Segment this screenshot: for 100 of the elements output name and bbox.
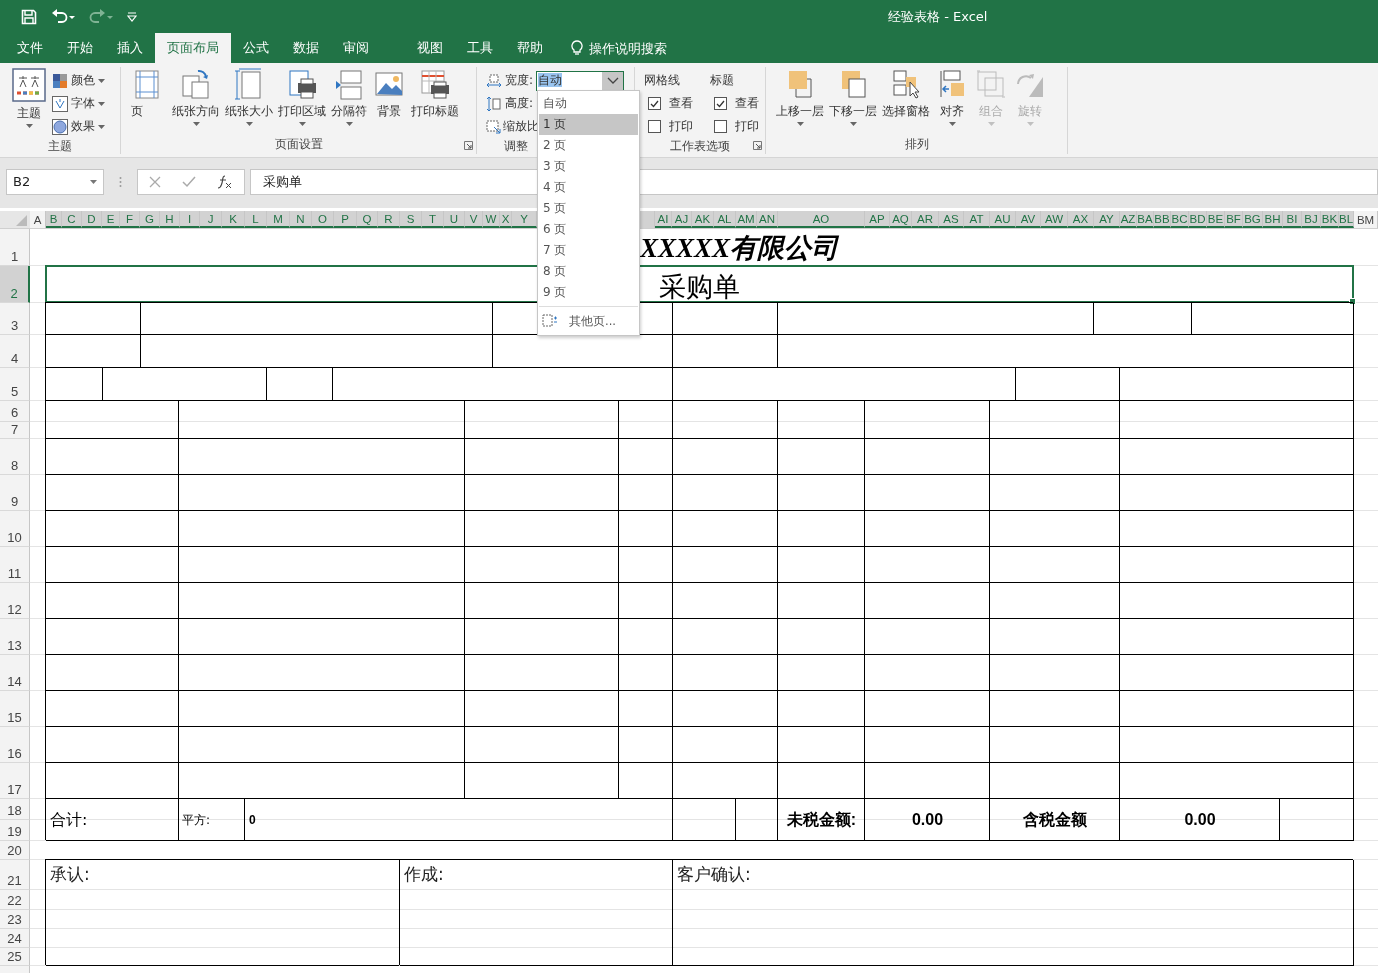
row-header[interactable]: 20 xyxy=(0,841,30,860)
column-header[interactable]: I xyxy=(180,211,200,228)
checkbox[interactable] xyxy=(648,97,661,110)
column-header[interactable]: Q xyxy=(357,211,378,228)
column-header[interactable]: BJ xyxy=(1302,211,1321,228)
row-header[interactable]: 24 xyxy=(0,929,30,948)
column-header[interactable]: R xyxy=(378,211,400,228)
column-header[interactable]: BD xyxy=(1189,211,1207,228)
page-setup-button[interactable]: 背景 xyxy=(372,67,406,136)
column-header[interactable]: AP xyxy=(865,211,890,228)
lightbulb-icon[interactable] xyxy=(571,40,583,56)
theme-option[interactable]: 效果 xyxy=(52,115,105,138)
fill-handle[interactable] xyxy=(1349,298,1356,305)
menu-item[interactable]: 7 页 xyxy=(539,240,638,261)
column-header[interactable]: BH xyxy=(1263,211,1283,228)
row-header[interactable]: 21 xyxy=(0,860,30,890)
column-header[interactable]: N xyxy=(290,211,312,228)
ribbon-tab[interactable]: 审阅 xyxy=(331,33,381,63)
column-header[interactable]: AW xyxy=(1041,211,1068,228)
column-header[interactable]: D xyxy=(82,211,102,228)
column-header[interactable]: AL xyxy=(714,211,736,228)
column-header[interactable]: BA xyxy=(1137,211,1154,228)
column-header[interactable]: BK xyxy=(1321,211,1339,228)
column-header[interactable]: S xyxy=(400,211,422,228)
column-header[interactable]: T xyxy=(422,211,444,228)
column-header[interactable]: B xyxy=(46,211,62,228)
column-header[interactable]: C xyxy=(62,211,82,228)
page-setup-button[interactable]: 页 xyxy=(131,67,167,136)
arrange-button[interactable]: 下移一层 xyxy=(829,67,877,136)
save-icon[interactable] xyxy=(21,8,37,25)
menu-item[interactable]: 1 页 xyxy=(539,114,638,135)
column-header[interactable]: E xyxy=(102,211,120,228)
checkbox[interactable] xyxy=(648,120,661,133)
column-header[interactable]: L xyxy=(245,211,267,228)
column-header[interactable]: BI xyxy=(1283,211,1302,228)
row-header[interactable]: 9 xyxy=(0,475,30,511)
ribbon-tab[interactable]: 公式 xyxy=(231,33,281,63)
menu-item[interactable]: 其他页... xyxy=(538,310,639,332)
column-header[interactable]: BE xyxy=(1207,211,1225,228)
ribbon-tab[interactable]: 帮助 xyxy=(505,33,555,63)
row-header[interactable]: 2 xyxy=(0,266,30,303)
column-header[interactable]: BB xyxy=(1154,211,1171,228)
row-header[interactable]: 8 xyxy=(0,439,30,475)
page-setup-button[interactable]: 打印区域 xyxy=(278,67,326,136)
page-setup-button[interactable]: 打印标题 xyxy=(411,67,459,136)
row-header[interactable]: 25 xyxy=(0,948,30,966)
menu-item[interactable]: 6 页 xyxy=(539,219,638,240)
ribbon-tab[interactable]: 工具 xyxy=(455,33,505,63)
page-setup-button[interactable]: 纸张方向 xyxy=(172,67,220,136)
column-header[interactable]: H xyxy=(160,211,180,228)
ribbon-tab[interactable]: 数据 xyxy=(281,33,331,63)
column-header[interactable]: X xyxy=(500,211,512,228)
column-header[interactable]: BL xyxy=(1339,211,1354,228)
row-header[interactable]: 1 xyxy=(0,229,30,266)
column-header[interactable]: AX xyxy=(1068,211,1094,228)
arrange-button[interactable]: 选择窗格 xyxy=(882,67,930,136)
theme-option[interactable]: 字体 xyxy=(52,92,105,115)
theme-button[interactable]: 主题 xyxy=(12,67,46,138)
checkbox[interactable] xyxy=(714,120,727,133)
row-header[interactable]: 22 xyxy=(0,890,30,910)
column-header[interactable]: U xyxy=(444,211,465,228)
column-header[interactable]: BC xyxy=(1171,211,1189,228)
column-header[interactable]: AJ xyxy=(672,211,692,228)
column-header[interactable]: AY xyxy=(1094,211,1120,228)
checkbox[interactable] xyxy=(714,97,727,110)
row-header[interactable]: 17 xyxy=(0,763,30,799)
column-header[interactable]: AO xyxy=(778,211,865,228)
row-header[interactable]: 16 xyxy=(0,727,30,763)
launcher-icon[interactable] xyxy=(753,141,762,150)
column-header[interactable]: J xyxy=(200,211,222,228)
undo-icon[interactable] xyxy=(51,8,75,25)
arrange-button[interactable]: 对齐 xyxy=(935,67,969,136)
ribbon-tab[interactable]: 插入 xyxy=(105,33,155,63)
row-header[interactable]: 6 xyxy=(0,401,30,422)
row-header[interactable]: 7 xyxy=(0,422,30,439)
arrange-button[interactable]: 上移一层 xyxy=(776,67,824,136)
ribbon-tab[interactable]: 页面布局 xyxy=(155,33,231,63)
row-header[interactable]: 23 xyxy=(0,910,30,929)
row-header[interactable]: 12 xyxy=(0,583,30,619)
column-header[interactable]: AN xyxy=(757,211,778,228)
name-box[interactable]: B2 xyxy=(6,168,104,195)
row-header[interactable]: 5 xyxy=(0,368,30,401)
menu-item[interactable]: 5 页 xyxy=(539,198,638,219)
column-header[interactable]: A xyxy=(30,211,46,228)
menu-item[interactable]: 自动 xyxy=(539,93,638,114)
column-header[interactable]: AK xyxy=(692,211,714,228)
column-header[interactable]: W xyxy=(483,211,500,228)
row-header[interactable]: 19 xyxy=(0,820,30,841)
column-header[interactable]: M xyxy=(267,211,290,228)
row-header[interactable]: 13 xyxy=(0,619,30,655)
row-header[interactable]: 3 xyxy=(0,303,30,335)
column-header[interactable]: P xyxy=(334,211,357,228)
column-header[interactable]: BM xyxy=(1354,211,1378,228)
menu-item[interactable]: 4 页 xyxy=(539,177,638,198)
column-header[interactable]: AT xyxy=(964,211,990,228)
column-header[interactable]: Y xyxy=(512,211,537,228)
row-header[interactable]: 10 xyxy=(0,511,30,547)
column-header[interactable]: AZ xyxy=(1120,211,1137,228)
column-header[interactable]: G xyxy=(140,211,160,228)
menu-item[interactable]: 2 页 xyxy=(539,135,638,156)
